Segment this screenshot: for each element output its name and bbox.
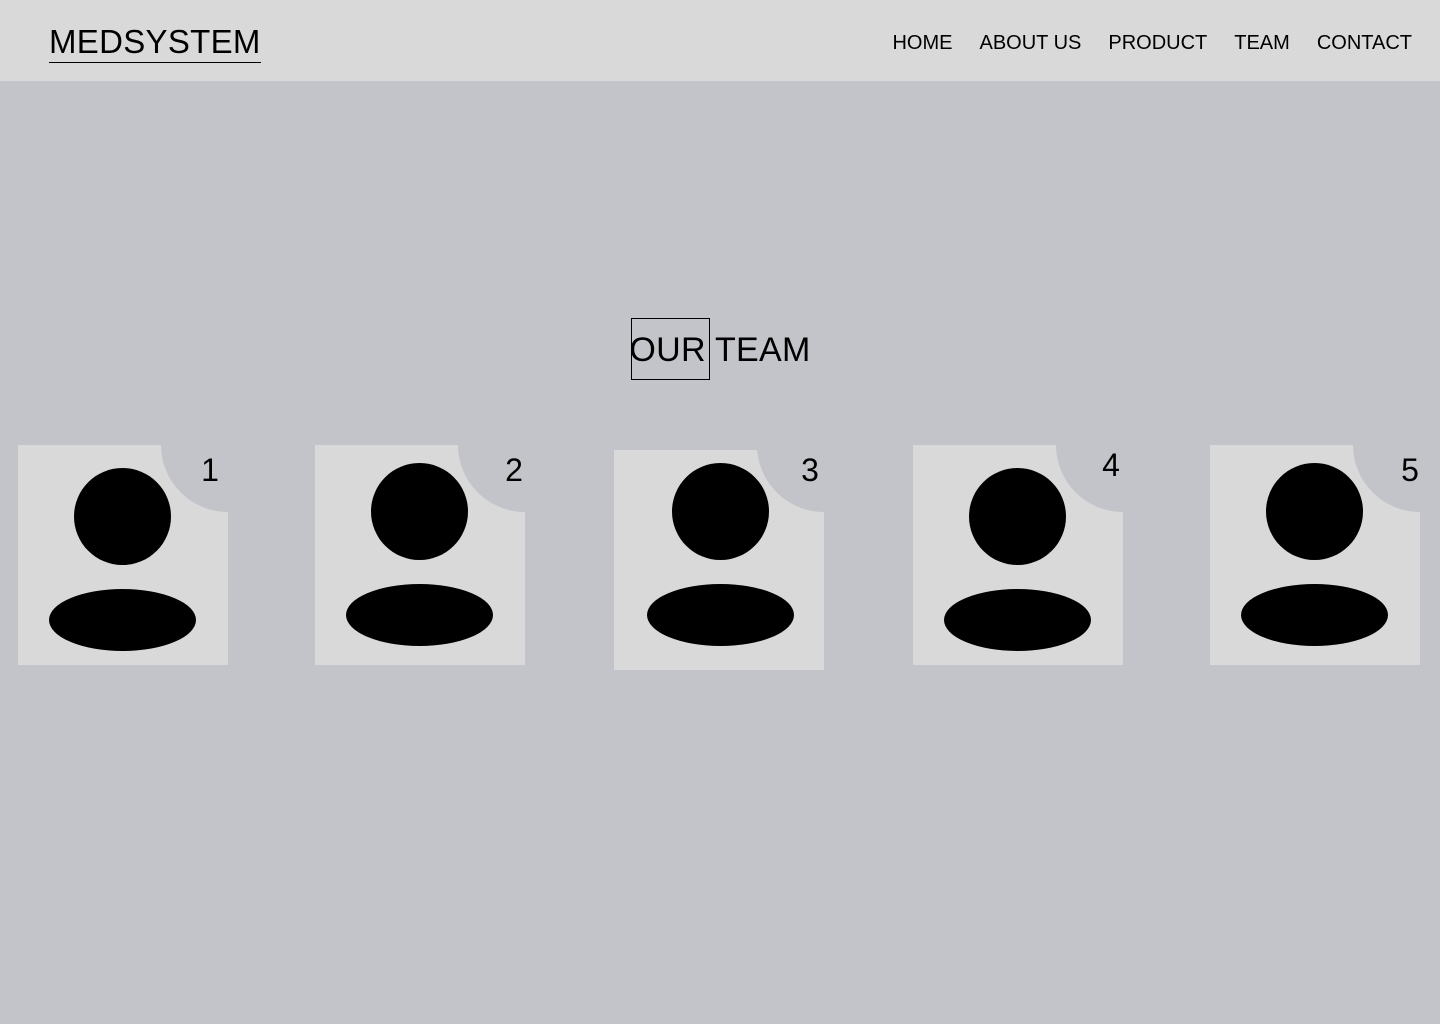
nav-team[interactable]: TEAM — [1234, 31, 1290, 55]
nav-product[interactable]: PRODUCT — [1108, 31, 1207, 55]
main-nav: HOME ABOUT US PRODUCT TEAM CONTACT — [892, 31, 1412, 55]
team-member-card-5[interactable]: 5 — [1210, 445, 1420, 665]
team-member-card-4[interactable]: 4 — [913, 445, 1123, 665]
team-member-card-1[interactable]: 1 — [18, 445, 228, 665]
avatar-body-icon — [647, 584, 794, 646]
avatar-head-icon — [1266, 463, 1363, 560]
section-title: OUR TEAM — [629, 331, 811, 369]
nav-contact[interactable]: CONTACT — [1317, 31, 1412, 55]
team-member-card-2[interactable]: 2 — [315, 445, 525, 665]
team-member-card-3[interactable]: 3 — [614, 450, 824, 670]
avatar-body-icon — [944, 589, 1091, 651]
member-number: 1 — [201, 452, 219, 488]
member-number: 2 — [505, 452, 523, 488]
avatar-body-icon — [1241, 584, 1388, 646]
avatar-head-icon — [672, 463, 769, 560]
member-number: 3 — [801, 452, 819, 488]
nav-about-us[interactable]: ABOUT US — [979, 31, 1081, 55]
avatar-head-icon — [74, 468, 171, 565]
top-header: MEDSYSTEM HOME ABOUT US PRODUCT TEAM CON… — [0, 0, 1440, 81]
nav-home[interactable]: HOME — [892, 31, 952, 55]
site-logo[interactable]: MEDSYSTEM — [49, 22, 261, 63]
member-number: 4 — [1102, 447, 1120, 483]
avatar-head-icon — [371, 463, 468, 560]
member-number: 5 — [1401, 452, 1419, 488]
avatar-body-icon — [346, 584, 493, 646]
avatar-head-icon — [969, 468, 1066, 565]
avatar-body-icon — [49, 589, 196, 651]
